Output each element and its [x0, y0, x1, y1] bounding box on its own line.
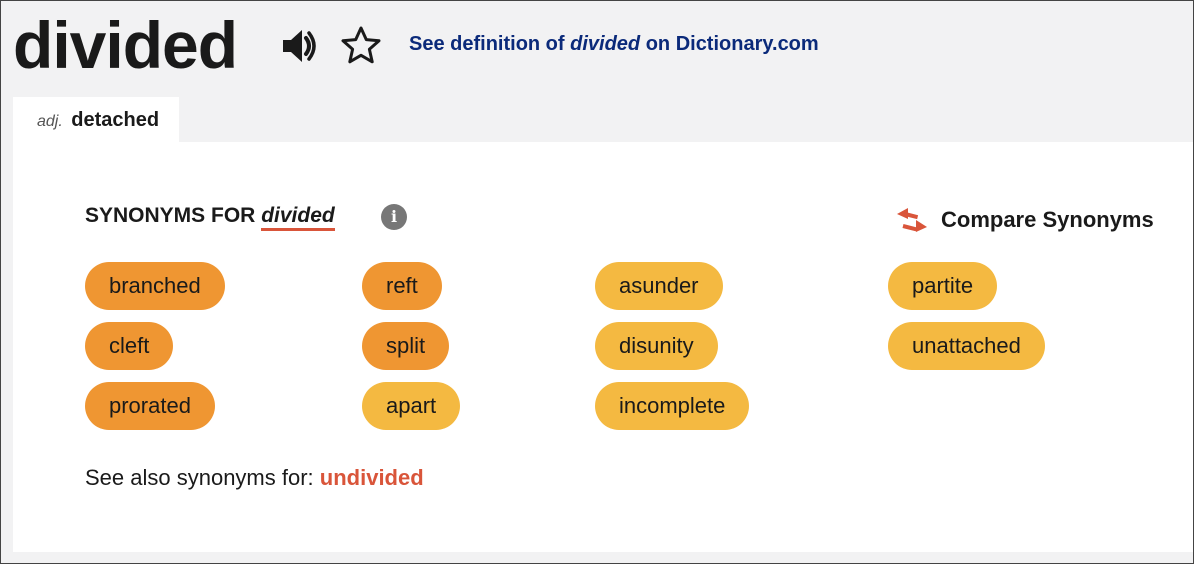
synonym-pill[interactable]: partite: [888, 262, 998, 310]
compare-synonyms-label: Compare Synonyms: [941, 207, 1154, 232]
synonym-pill[interactable]: disunity: [595, 322, 718, 370]
page-frame: divided See definition of divided on Dic…: [0, 0, 1194, 564]
synonym-pill[interactable]: unattached: [888, 322, 1045, 370]
synonym-pill[interactable]: branched: [85, 262, 225, 310]
synonym-pill[interactable]: cleft: [85, 322, 174, 370]
headword: divided: [13, 8, 238, 82]
see-also: See also synonyms for: undivided: [85, 465, 424, 491]
synonyms-heading-word: divided: [261, 204, 335, 231]
definition-link[interactable]: See definition of divided on Dictionary.…: [409, 33, 819, 56]
definition-link-word: divided: [570, 33, 641, 55]
definition-link-prefix: See definition of: [409, 33, 571, 55]
swap-arrows-icon: [897, 208, 927, 232]
see-also-link[interactable]: undivided: [320, 465, 424, 490]
see-also-prefix: See also synonyms for:: [85, 465, 320, 490]
synonyms-heading: SYNONYMS FOR divided: [85, 204, 335, 231]
part-of-speech: adj.: [37, 113, 63, 130]
synonym-pill[interactable]: apart: [362, 382, 461, 430]
info-icon[interactable]: i: [381, 204, 407, 230]
synonym-pill[interactable]: prorated: [85, 382, 215, 430]
synonym-pill[interactable]: incomplete: [595, 382, 750, 430]
star-outline-icon[interactable]: [340, 25, 382, 65]
synonym-pill[interactable]: asunder: [595, 262, 723, 310]
tab-detached[interactable]: adj. detached: [13, 97, 179, 143]
synonym-pill[interactable]: reft: [362, 262, 442, 310]
synonym-pill[interactable]: split: [362, 322, 450, 370]
sense-label: detached: [71, 109, 160, 131]
synonyms-heading-prefix: SYNONYMS FOR: [85, 204, 262, 227]
definition-link-suffix: on Dictionary.com: [640, 33, 819, 55]
speaker-icon[interactable]: [280, 27, 320, 65]
